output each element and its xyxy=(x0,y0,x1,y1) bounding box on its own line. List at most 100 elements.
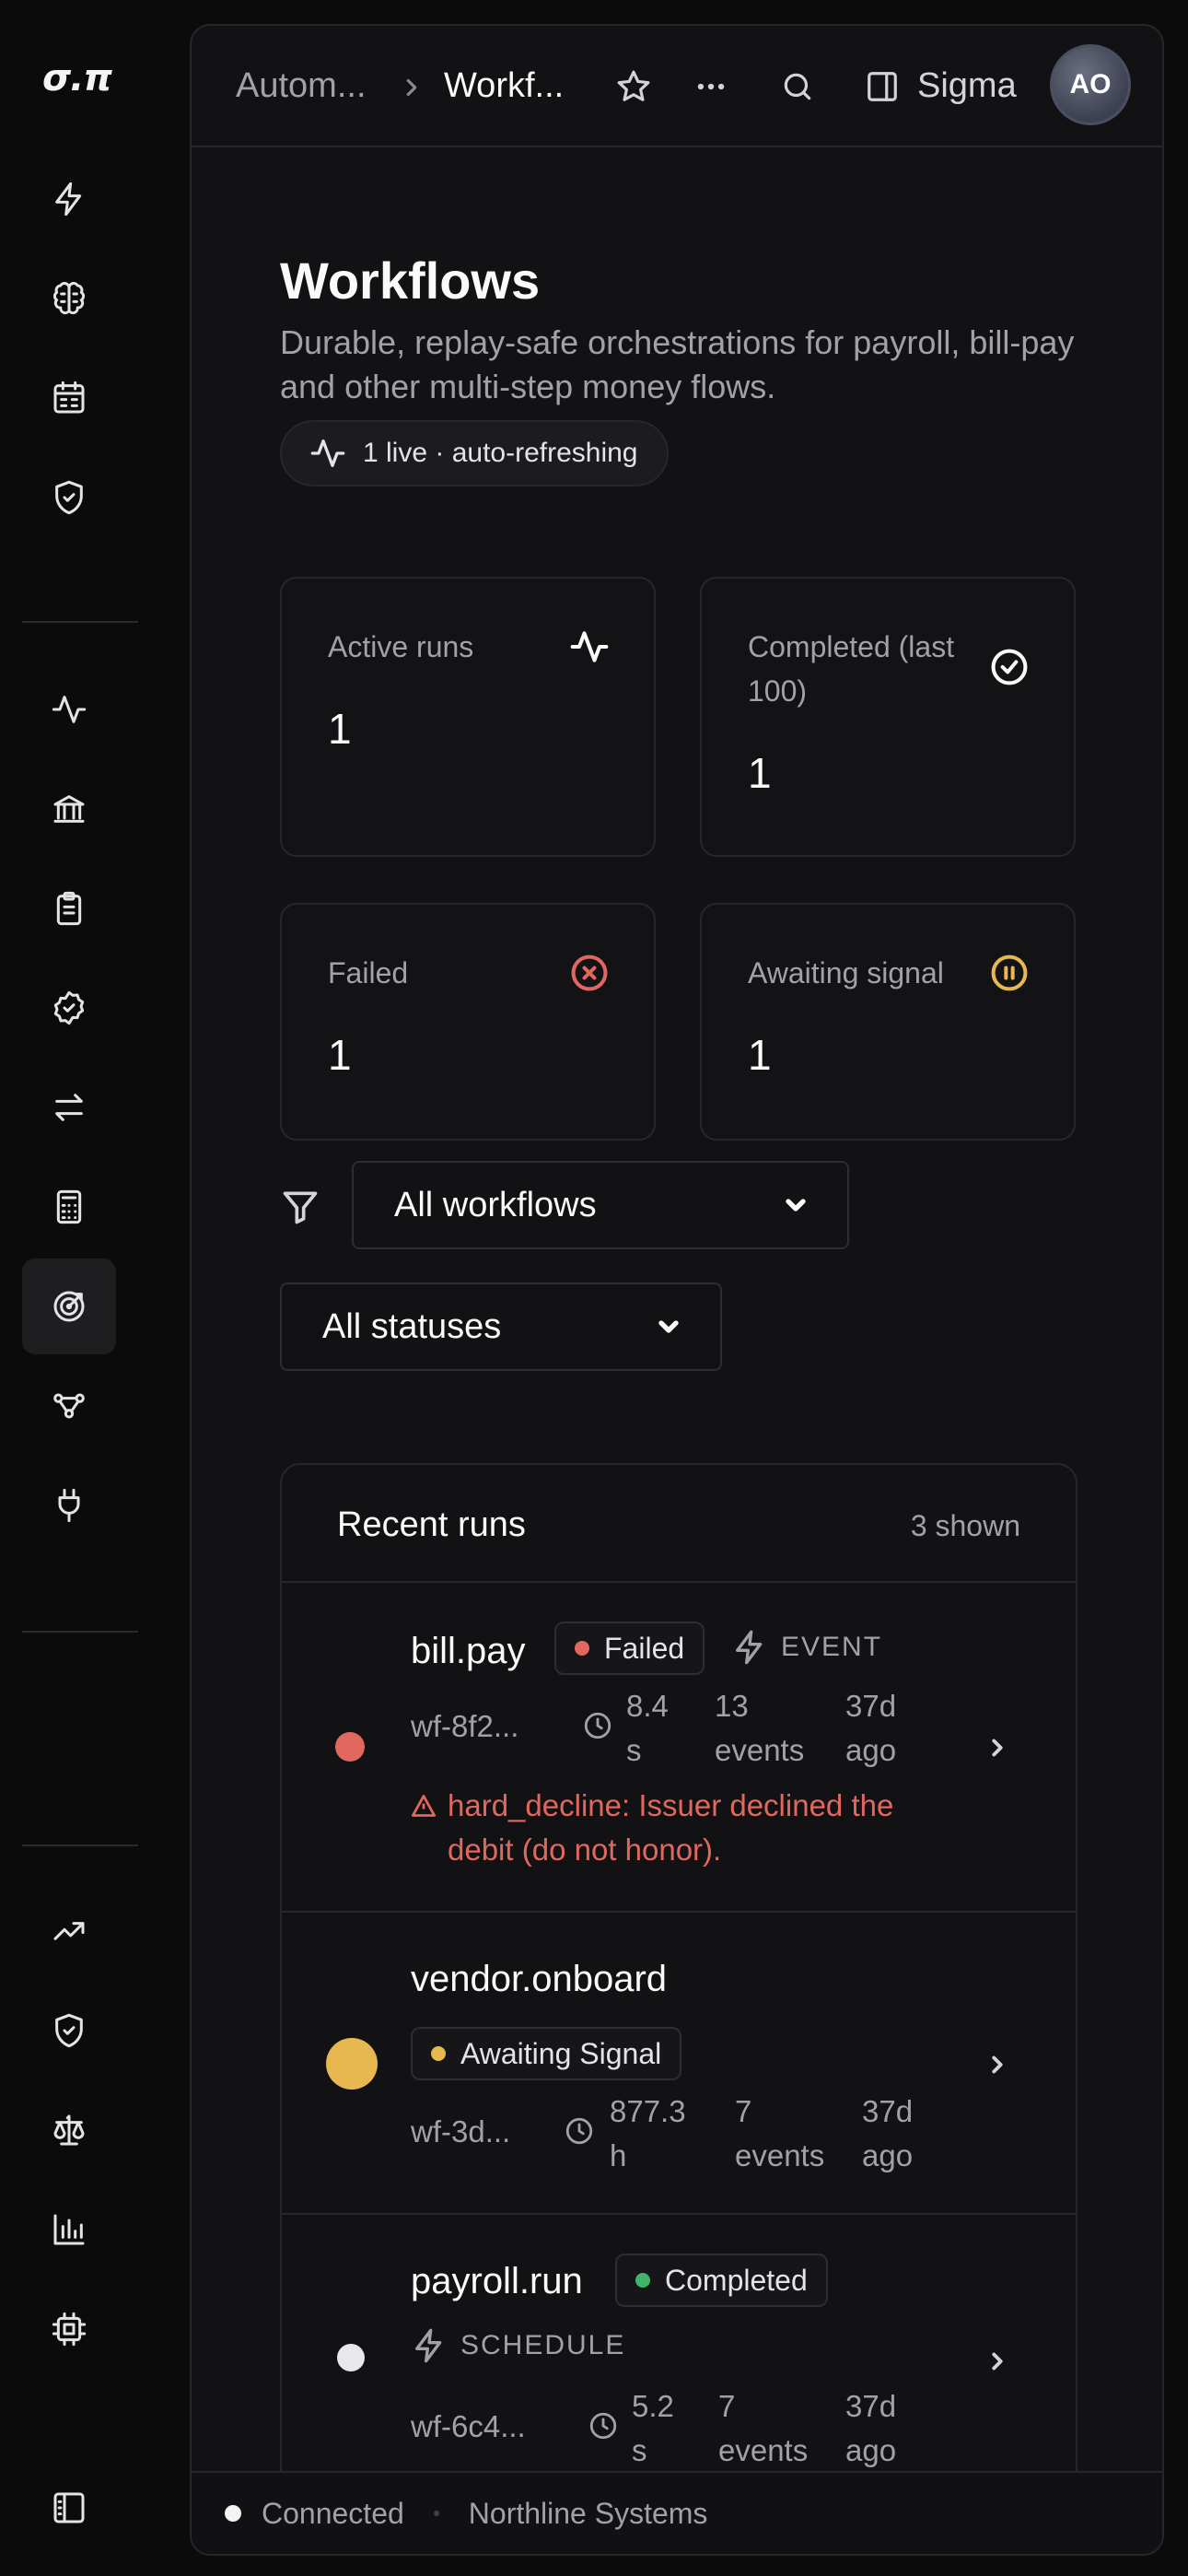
run-row[interactable]: payroll.run Completed SCHEDULE wf-6c4...… xyxy=(282,2215,1076,2502)
zap-icon xyxy=(736,1630,763,1665)
workflow-select[interactable]: All workflows xyxy=(352,1161,849,1249)
target-radar-icon[interactable] xyxy=(22,1259,116,1354)
recent-runs-title: Recent runs xyxy=(337,1505,526,1544)
run-id: wf-8f2... xyxy=(411,1709,519,1743)
clock-icon xyxy=(564,2115,595,2147)
chevron-down-icon xyxy=(786,1199,806,1212)
top-bar: Autom... Workf... Sigma AO xyxy=(192,26,1162,147)
stat-value: 1 xyxy=(748,749,772,797)
live-status-pill: 1 live · auto-refreshing xyxy=(280,420,670,486)
search-icon[interactable] xyxy=(777,66,818,107)
panel-left-icon[interactable] xyxy=(22,2460,116,2556)
status-badge: Completed xyxy=(615,2254,828,2307)
run-events: 13 events xyxy=(715,1689,805,1767)
avatar[interactable]: AO xyxy=(1050,44,1131,125)
run-error: hard_decline: Issuer declined the debit … xyxy=(411,1784,945,1872)
stat-label: Active runs xyxy=(328,630,474,663)
connection-status: Connected xyxy=(262,2496,404,2530)
status-dot xyxy=(326,2038,378,2090)
check-circle-icon xyxy=(989,647,1030,687)
clipboard-list-icon[interactable] xyxy=(22,861,116,956)
zap-icon xyxy=(415,2328,442,2363)
status-dot xyxy=(335,1732,365,1762)
trigger-type: EVENT xyxy=(731,1629,882,1666)
trigger-type: SCHEDULE xyxy=(411,2327,625,2364)
run-duration: 5.2 s xyxy=(632,2389,674,2467)
bank-icon[interactable] xyxy=(22,761,116,857)
cpu-icon[interactable] xyxy=(22,2281,116,2377)
workflow-icon[interactable] xyxy=(22,1358,116,1454)
calendar-icon[interactable] xyxy=(22,350,116,446)
run-age: 37d ago xyxy=(862,2094,914,2172)
star-icon[interactable] xyxy=(613,66,654,107)
pause-circle-icon xyxy=(989,953,1030,993)
stat-value: 1 xyxy=(328,1031,352,1079)
filter-icon xyxy=(280,1187,320,1227)
brain-icon[interactable] xyxy=(22,251,116,346)
app-logo[interactable]: σ.π xyxy=(42,57,112,100)
run-age: 37d ago xyxy=(845,2389,897,2467)
bar-chart-icon[interactable] xyxy=(22,2182,116,2277)
badge-check-icon[interactable] xyxy=(22,960,116,1056)
plug-icon[interactable] xyxy=(22,1458,116,1553)
breadcrumb-parent[interactable]: Autom... xyxy=(236,66,367,106)
run-id: wf-6c4... xyxy=(411,2409,526,2443)
stat-label: Failed xyxy=(328,956,409,989)
status-select[interactable]: All statuses xyxy=(280,1282,722,1371)
trigger-label: SCHEDULE xyxy=(460,2330,626,2360)
sidebar-divider xyxy=(22,1631,138,1633)
page-description: Durable, replay-safe orchestrations for … xyxy=(280,323,1075,405)
stat-label: Awaiting signal xyxy=(748,956,944,989)
page-title: Workflows xyxy=(280,252,541,310)
chevron-right-icon[interactable] xyxy=(984,2348,1011,2375)
run-id: wf-3d... xyxy=(411,2114,511,2149)
stat-card-active: Active runs 1 xyxy=(280,577,656,857)
status-badge-label: Completed xyxy=(665,2263,808,2297)
main-panel: Autom... Workf... Sigma AO Workflows Dur… xyxy=(190,24,1164,2556)
trigger-label: EVENT xyxy=(781,1632,883,1662)
arrows-left-right-icon[interactable] xyxy=(22,1060,116,1155)
sidebar: σ.π xyxy=(0,0,138,2576)
chevron-right-icon[interactable] xyxy=(984,1734,1011,1762)
activity-icon[interactable] xyxy=(22,662,116,757)
recent-runs-header: Recent runs 3 shown xyxy=(282,1465,1076,1583)
stat-card-completed: Completed (last 100) 1 xyxy=(700,577,1076,857)
workflow-select-value: All workflows xyxy=(394,1185,597,1224)
clock-icon xyxy=(588,2410,619,2441)
sidebar-divider xyxy=(22,1844,138,1846)
stat-value: 1 xyxy=(748,1031,772,1079)
stat-label: Completed (last 100) xyxy=(748,630,955,708)
status-badge: Awaiting Signal xyxy=(411,2027,682,2080)
breadcrumb-current: Workf... xyxy=(444,66,565,105)
clock-icon xyxy=(582,1710,613,1741)
activity-icon xyxy=(310,439,345,467)
alert-triangle-icon xyxy=(411,1795,437,1817)
trending-up-icon[interactable] xyxy=(22,1883,116,1979)
recent-runs-count: 3 shown xyxy=(910,1509,1020,1542)
footer-separator xyxy=(433,2511,439,2516)
status-dot xyxy=(337,2344,365,2371)
status-select-value: All statuses xyxy=(322,1306,502,1346)
live-status-text: 1 live · auto-refreshing xyxy=(363,438,638,468)
shield-check-2-icon[interactable] xyxy=(22,1983,116,2078)
more-horizontal-icon[interactable] xyxy=(691,66,731,107)
run-name: bill.pay xyxy=(411,1631,526,1671)
run-age: 37d ago xyxy=(845,1689,897,1767)
recent-runs-card: Recent runs 3 shown bill.pay Failed EVEN… xyxy=(280,1463,1077,2504)
scale-icon[interactable] xyxy=(22,2082,116,2178)
run-row[interactable]: vendor.onboard Awaiting Signal wf-3d... … xyxy=(282,1913,1076,2215)
shield-check-icon[interactable] xyxy=(22,450,116,545)
connection-dot xyxy=(225,2505,241,2522)
status-badge-label: Awaiting Signal xyxy=(460,2036,662,2070)
panel-toggle-label[interactable]: Sigma xyxy=(917,66,1017,106)
zap-icon[interactable] xyxy=(22,151,116,247)
activity-icon xyxy=(569,626,610,667)
run-row[interactable]: bill.pay Failed EVENT wf-8f2... 8.4 s 13… xyxy=(282,1583,1076,1913)
chevron-right-icon[interactable] xyxy=(984,2051,1011,2078)
status-footer: Connected Northline Systems xyxy=(192,2471,1162,2554)
chevron-right-icon xyxy=(398,74,425,106)
run-name: vendor.onboard xyxy=(411,1959,668,1999)
run-name: payroll.run xyxy=(411,2261,583,2301)
calculator-icon[interactable] xyxy=(22,1159,116,1255)
panel-right-icon[interactable] xyxy=(862,66,903,107)
